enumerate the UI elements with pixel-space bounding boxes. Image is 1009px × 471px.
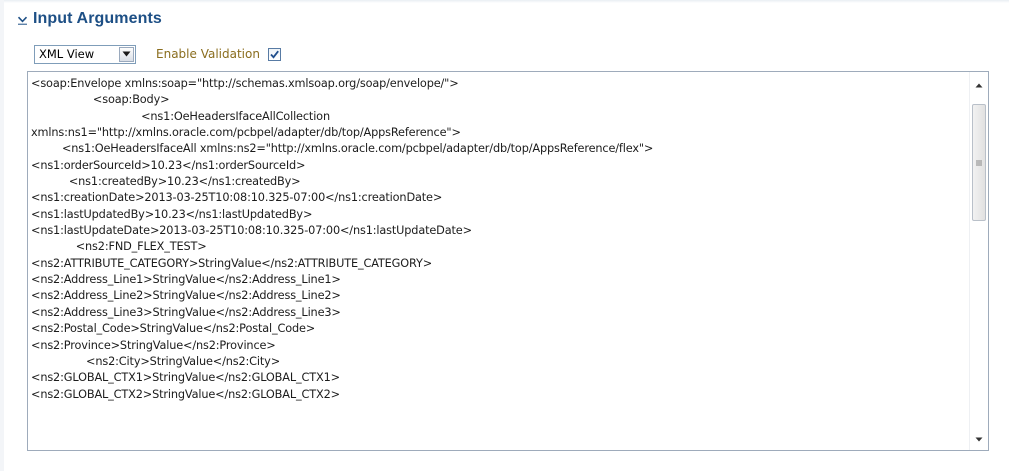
- page-top-edge: [0, 0, 1009, 3]
- xml-line: <ns1:createdBy>10.23</ns1:createdBy>: [31, 175, 301, 189]
- scroll-thumb[interactable]: [972, 104, 986, 221]
- page-left-edge: [0, 0, 4, 471]
- view-select-value: XML View: [39, 46, 95, 61]
- checkmark-icon: [270, 50, 279, 59]
- enable-validation-checkbox[interactable]: [267, 47, 281, 61]
- xml-line: <ns2:City>StringValue</ns2:City>: [31, 354, 281, 368]
- xml-line: <ns2:GLOBAL_CTX2>StringValue</ns2:GLOBAL…: [31, 387, 340, 401]
- xml-line: <ns1:OeHeadersIfaceAllCollection: [31, 109, 330, 123]
- section-title: Input Arguments: [33, 10, 162, 27]
- xml-line: <ns2:GLOBAL_CTX1>StringValue</ns2:GLOBAL…: [31, 371, 340, 385]
- xml-toolbar: XML View Enable Validation: [34, 43, 281, 65]
- scroll-up-icon[interactable]: [970, 76, 988, 94]
- xml-line: <ns1:lastUpdateDate>2013-03-25T10:08:10.…: [31, 224, 472, 238]
- xml-line: <ns1:lastUpdatedBy>10.23</ns1:lastUpdate…: [31, 207, 313, 221]
- view-select[interactable]: XML View: [34, 44, 136, 64]
- input-arguments-header[interactable]: Input Arguments: [16, 7, 162, 31]
- xml-content[interactable]: <soap:Envelope xmlns:soap="http://schema…: [31, 76, 967, 403]
- xml-line: <ns2:Address_Line1>StringValue</ns2:Addr…: [31, 273, 341, 287]
- xml-line: <ns1:orderSourceId>10.23</ns1:orderSourc…: [31, 158, 306, 172]
- xml-line: <ns2:Address_Line2>StringValue</ns2:Addr…: [31, 289, 341, 303]
- scroll-down-icon[interactable]: [970, 430, 988, 448]
- xml-editor[interactable]: <soap:Envelope xmlns:soap="http://schema…: [27, 71, 989, 451]
- xml-line: <soap:Envelope xmlns:soap="http://schema…: [31, 77, 459, 90]
- xml-line: <ns2:Postal_Code>StringValue</ns2:Postal…: [31, 322, 316, 336]
- xml-line: <ns1:creationDate>2013-03-25T10:08:10.32…: [31, 191, 443, 205]
- enable-validation-label: Enable Validation: [156, 47, 260, 61]
- xml-line: <ns2:FND_FLEX_TEST>: [31, 240, 207, 254]
- xml-line: <ns1:OeHeadersIfaceAll xmlns:ns2="http:/…: [31, 142, 654, 156]
- caret-down-icon[interactable]: [119, 46, 134, 62]
- grip-icon: [976, 160, 982, 165]
- xml-line: <soap:Body>: [31, 93, 170, 107]
- xml-line: <ns2:Province>StringValue</ns2:Province>: [31, 338, 276, 352]
- xml-line: <ns2:Address_Line3>StringValue</ns2:Addr…: [31, 305, 341, 319]
- xml-line: <ns2:ATTRIBUTE_CATEGORY>StringValue</ns2…: [31, 256, 433, 270]
- vertical-scrollbar[interactable]: [969, 72, 988, 450]
- chevron-down-icon[interactable]: [16, 13, 29, 26]
- xml-line: xmlns:ns1="http://xmlns.oracle.com/pcbpe…: [31, 126, 461, 140]
